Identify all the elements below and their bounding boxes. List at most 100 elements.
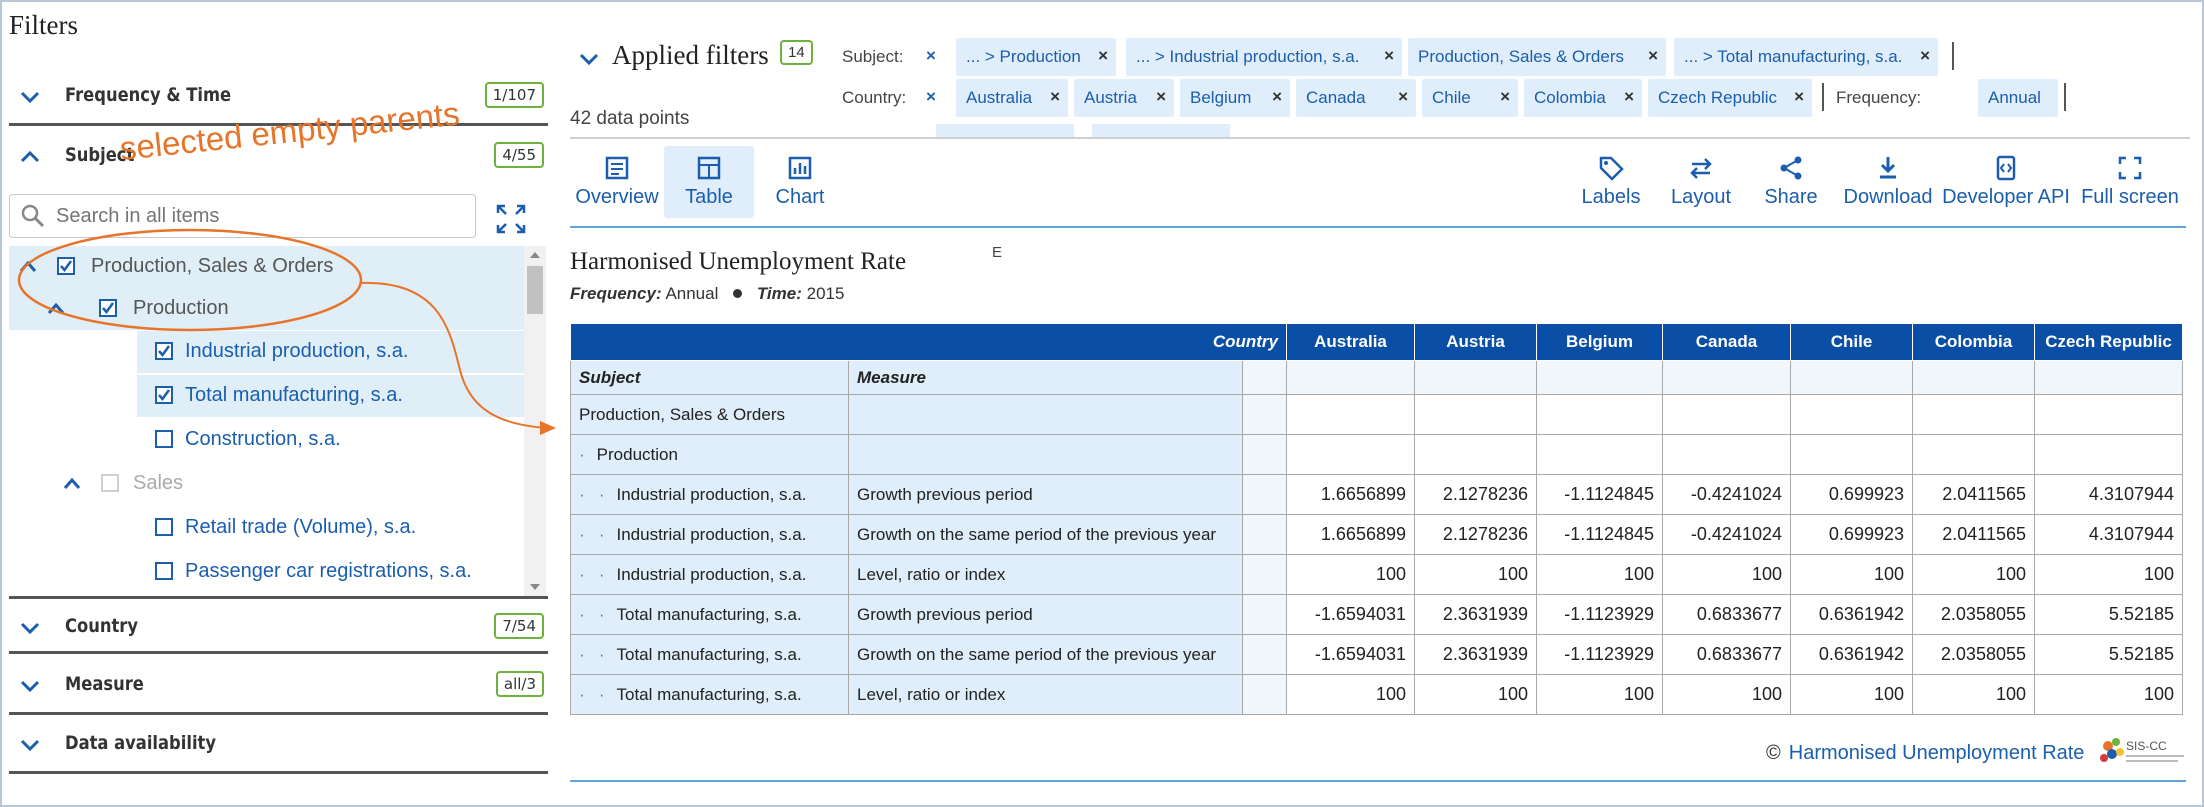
remove-chip-icon[interactable]: × xyxy=(1272,87,1282,107)
value-cell xyxy=(1414,394,1537,435)
filter-chip[interactable]: Production, Sales & Orders × xyxy=(1408,38,1666,76)
layout-button[interactable]: Layout xyxy=(1656,146,1746,218)
chip-label: Czech Republic xyxy=(1658,88,1778,107)
download-button[interactable]: Download xyxy=(1836,146,1940,218)
labels-button[interactable]: Labels xyxy=(1566,146,1656,218)
checkbox[interactable] xyxy=(155,518,173,536)
blank-cell xyxy=(1286,360,1415,395)
tree-item-industrial-production[interactable]: Industrial production, s.a. xyxy=(137,331,524,373)
value-cell: -1.1123929 xyxy=(1536,634,1663,675)
checkbox[interactable] xyxy=(155,342,173,360)
row-subject-label: Industrial production, s.a. xyxy=(616,524,807,544)
remove-chip-icon[interactable]: × xyxy=(1648,46,1658,66)
search-input[interactable] xyxy=(54,201,464,231)
chevron-down-icon[interactable] xyxy=(19,86,41,108)
value-cell: 0.6833677 xyxy=(1662,634,1791,675)
value-cell xyxy=(1790,434,1913,475)
remove-chip-icon[interactable]: × xyxy=(1500,87,1510,107)
checkbox[interactable] xyxy=(155,562,173,580)
clear-subject-icon[interactable]: × xyxy=(926,46,936,66)
scroll-up-arrow-icon[interactable] xyxy=(530,252,540,258)
column-header[interactable]: Canada xyxy=(1662,323,1791,361)
value-cell: 100 xyxy=(1286,554,1415,595)
share-button[interactable]: Share xyxy=(1746,146,1836,218)
checkbox[interactable] xyxy=(155,430,173,448)
tree-item-retail-trade[interactable]: Retail trade (Volume), s.a. xyxy=(9,507,524,549)
filter-chip[interactable]: ... > Industrial production, s.a. × xyxy=(1126,38,1402,76)
chevron-down-icon[interactable] xyxy=(19,617,41,639)
chevron-down-icon[interactable] xyxy=(19,734,41,756)
checkbox[interactable] xyxy=(99,299,117,317)
checkbox[interactable] xyxy=(57,257,75,275)
tree-item-production[interactable]: Production xyxy=(9,288,524,330)
filter-chip[interactable]: ... > Production × xyxy=(956,38,1116,76)
chevron-up-icon[interactable] xyxy=(63,477,81,491)
value-cell: 5.52185 xyxy=(2034,634,2183,675)
remove-chip-icon[interactable]: × xyxy=(1156,87,1166,107)
column-header[interactable]: Chile xyxy=(1790,323,1913,361)
chevron-up-icon[interactable] xyxy=(19,260,37,274)
filter-chip[interactable]: Canada × xyxy=(1296,79,1416,117)
column-header[interactable]: Austria xyxy=(1414,323,1537,361)
chart-button[interactable]: Chart xyxy=(754,146,846,218)
share-label: Share xyxy=(1764,186,1818,208)
row-measure-cell: Level, ratio or index xyxy=(848,554,1243,595)
chip-label: Austria xyxy=(1084,88,1137,107)
remove-chip-icon[interactable]: × xyxy=(1794,87,1804,107)
checkbox[interactable] xyxy=(155,386,173,404)
table-button[interactable]: Table xyxy=(664,146,754,218)
scroll-down-arrow-icon[interactable] xyxy=(530,584,540,590)
copyright: © Harmonised Unemployment Rate xyxy=(1766,742,2084,765)
overview-button[interactable]: Overview xyxy=(570,146,664,218)
search-box[interactable] xyxy=(9,194,476,238)
tree-scrollbar[interactable] xyxy=(524,246,546,596)
tree-item-label: Total manufacturing, s.a. xyxy=(185,384,403,406)
column-header[interactable]: Australia xyxy=(1286,323,1415,361)
section-data-availability[interactable]: Data availability xyxy=(9,716,548,774)
column-header[interactable]: Colombia xyxy=(1912,323,2035,361)
remove-chip-icon[interactable]: × xyxy=(1384,46,1394,66)
filter-chip[interactable]: ... > Total manufacturing, s.a. × xyxy=(1674,38,1938,76)
copyright-link[interactable]: Harmonised Unemployment Rate xyxy=(1789,742,2085,764)
expand-icon[interactable] xyxy=(496,204,526,234)
estimate-flag: E xyxy=(992,244,1003,261)
remove-chip-icon[interactable]: × xyxy=(1398,87,1408,107)
remove-chip-icon[interactable]: × xyxy=(1624,87,1634,107)
filter-chip[interactable]: Belgium × xyxy=(1180,79,1290,117)
developer-api-button[interactable]: Developer API xyxy=(1940,146,2072,218)
remove-chip-icon[interactable]: × xyxy=(1098,46,1108,66)
value-cell: -1.1123929 xyxy=(1536,594,1663,635)
scroll-thumb[interactable] xyxy=(527,266,543,314)
chevron-down-icon[interactable] xyxy=(578,48,600,70)
filter-chip[interactable]: Austria × xyxy=(1074,79,1174,117)
tree-item-production-sales-orders[interactable]: Production, Sales & Orders xyxy=(9,246,524,288)
filter-chip[interactable]: Chile × xyxy=(1422,79,1518,117)
tree-item-construction[interactable]: Construction, s.a. xyxy=(9,419,524,461)
filter-chip[interactable]: Annual xyxy=(1978,79,2058,117)
value-cell: -1.1124845 xyxy=(1536,514,1663,555)
filter-key: Subject: xyxy=(842,47,904,66)
tree-item-total-manufacturing[interactable]: Total manufacturing, s.a. xyxy=(137,375,524,417)
value-cell: 1.6656899 xyxy=(1286,514,1415,555)
tree-item-passenger-car[interactable]: Passenger car registrations, s.a. xyxy=(9,551,524,593)
chevron-up-icon[interactable] xyxy=(47,302,65,316)
clear-country-icon[interactable]: × xyxy=(926,87,936,107)
chevron-down-icon[interactable] xyxy=(19,675,41,697)
tree-item-sales[interactable]: Sales xyxy=(9,463,524,505)
column-header[interactable]: Czech Republic xyxy=(2034,323,2183,361)
indent-marker: · · xyxy=(579,644,605,664)
chevron-up-icon[interactable] xyxy=(19,146,41,168)
remove-chip-icon[interactable]: × xyxy=(1050,87,1060,107)
value-cell: 100 xyxy=(1790,674,1913,715)
filter-chip[interactable]: Australia × xyxy=(956,79,1068,117)
checkbox[interactable] xyxy=(101,474,119,492)
filter-chip[interactable]: Colombia × xyxy=(1524,79,1642,117)
column-header[interactable]: Belgium xyxy=(1536,323,1663,361)
full-screen-button[interactable]: Full screen xyxy=(2072,146,2188,218)
section-country[interactable]: Country 7/54 xyxy=(9,596,548,654)
remove-chip-icon[interactable]: × xyxy=(1920,46,1930,66)
table-icon xyxy=(697,156,721,180)
filter-chip[interactable]: Czech Republic × xyxy=(1648,79,1812,117)
section-measure[interactable]: Measure all/3 xyxy=(9,657,548,715)
labels-label: Labels xyxy=(1581,186,1641,208)
